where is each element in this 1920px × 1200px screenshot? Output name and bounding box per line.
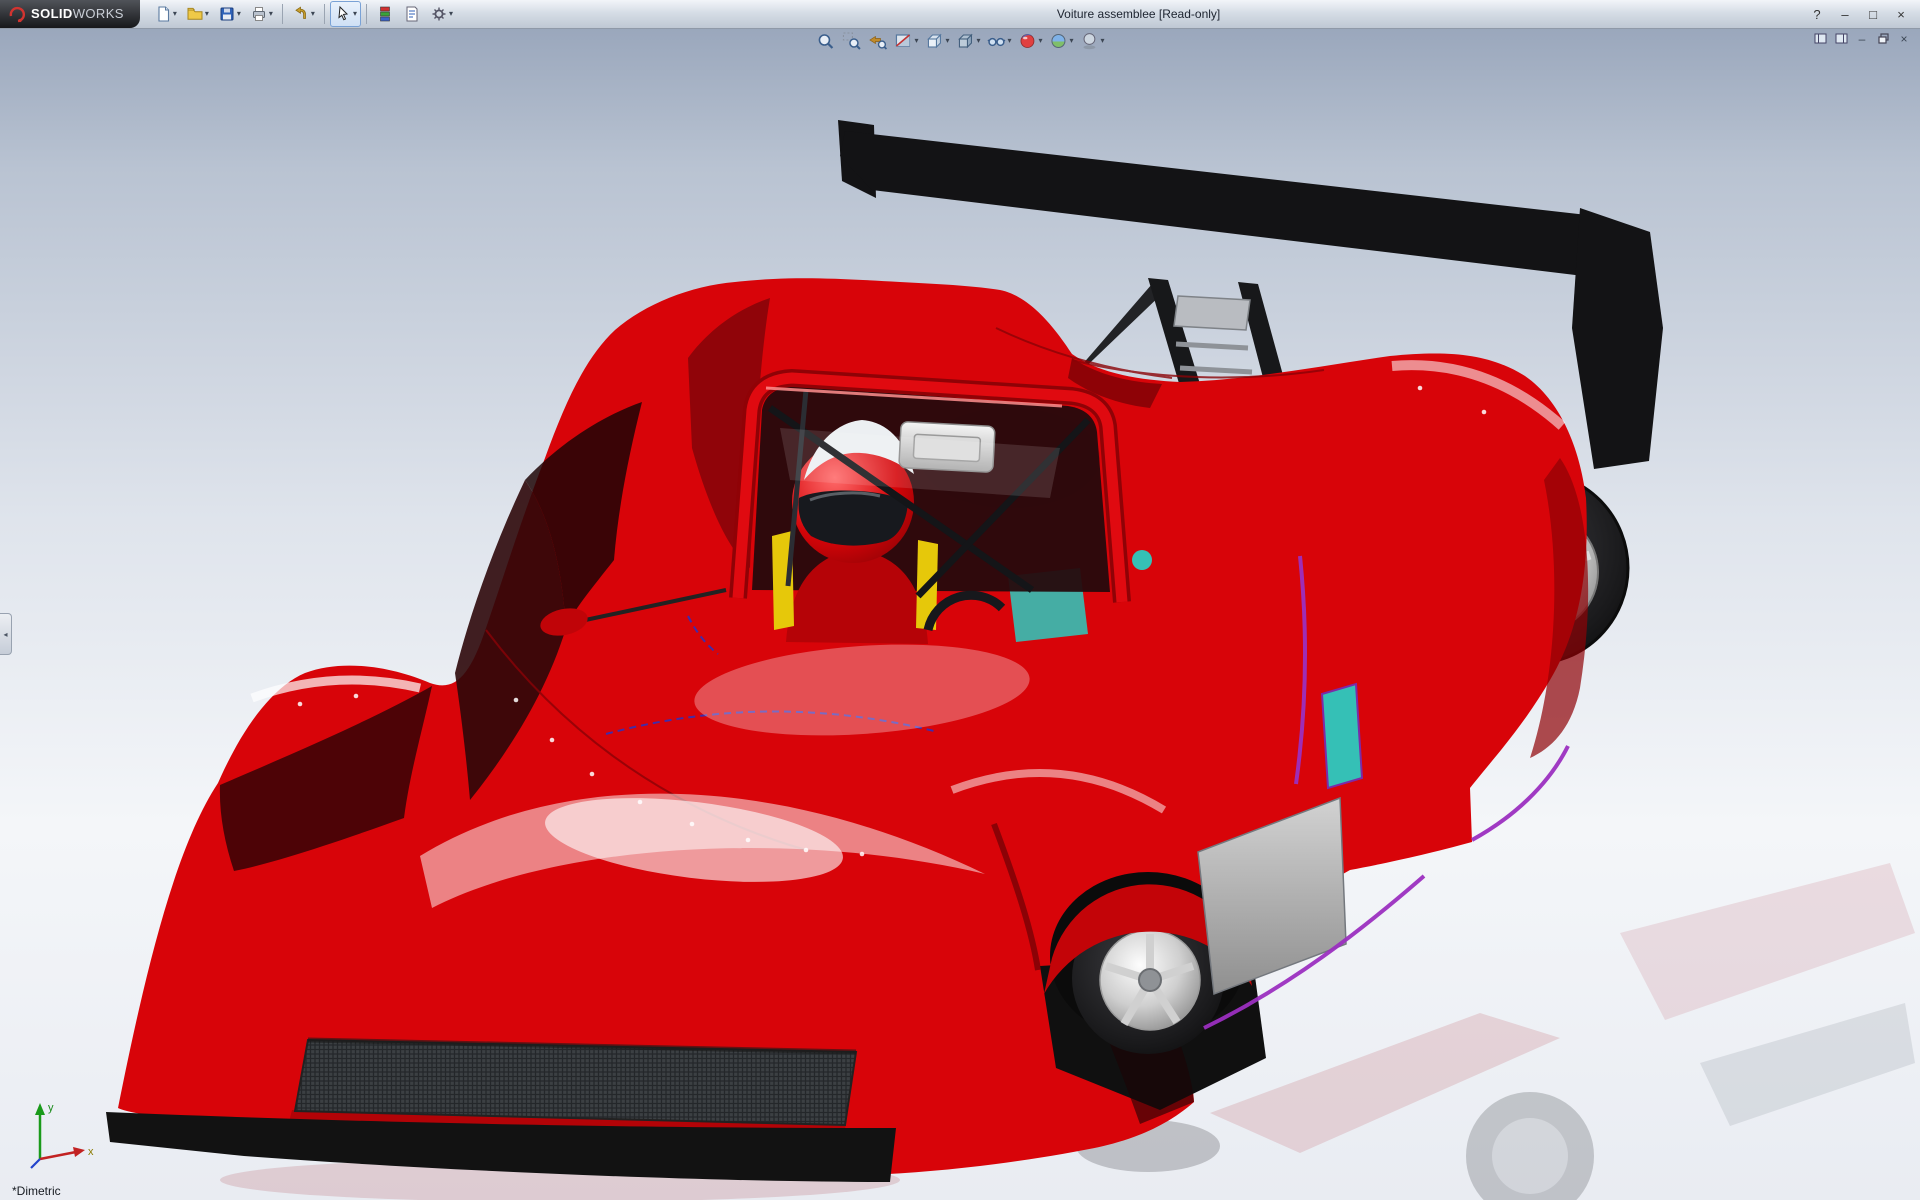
view-settings-button[interactable]: ▾ <box>1078 30 1107 52</box>
maximize-button[interactable]: □ <box>1860 4 1886 24</box>
undo-icon <box>292 5 310 23</box>
display-style-icon <box>955 31 975 51</box>
apply-scene-button[interactable]: ▾ <box>1047 30 1076 52</box>
edit-color-button[interactable] <box>372 1 398 27</box>
toolbar-separator <box>282 4 283 24</box>
previous-view-button[interactable] <box>865 30 889 52</box>
dropdown-arrow[interactable]: ▾ <box>1101 37 1105 45</box>
open-button[interactable]: ▾ <box>182 1 213 27</box>
minimize-document-button[interactable]: – <box>1854 31 1870 46</box>
pane-left-icon <box>1814 32 1827 45</box>
solidworks-logo: SOLIDWORKS <box>0 0 140 28</box>
options-button[interactable]: ▾ <box>426 1 457 27</box>
minimize-button[interactable]: – <box>1832 4 1858 24</box>
document-window-controls: – × <box>1812 31 1912 46</box>
collapse-arrow-icon: ◂ <box>3 630 7 639</box>
dropdown-arrow[interactable]: ▾ <box>945 37 949 45</box>
dropdown-arrow[interactable]: ▾ <box>237 10 241 18</box>
zoom-to-area-icon <box>841 31 861 51</box>
undo-button[interactable]: ▾ <box>288 1 319 27</box>
zoom-to-area-button[interactable] <box>839 30 863 52</box>
dropdown-arrow[interactable]: ▾ <box>976 37 980 45</box>
dropdown-arrow[interactable]: ▾ <box>269 10 273 18</box>
dropdown-arrow[interactable]: ▾ <box>449 10 453 18</box>
previous-view-icon <box>867 31 887 51</box>
close-document-button[interactable]: × <box>1896 31 1912 46</box>
save-icon <box>218 5 236 23</box>
window-title: Voiture assemblee [Read-only] <box>1057 0 1220 28</box>
view-orientation-cube-icon <box>924 31 944 51</box>
new-document-icon <box>154 5 172 23</box>
file-properties-button[interactable] <box>399 1 425 27</box>
brand-text-light: WORKS <box>73 6 124 21</box>
main-toolbar: ▾ ▾ ▾ ▾ ▾ <box>150 1 457 27</box>
3ds-swirl-icon <box>8 5 26 23</box>
dropdown-arrow[interactable]: ▾ <box>1070 37 1074 45</box>
display-style-button[interactable]: ▾ <box>953 30 982 52</box>
hide-show-items-button[interactable]: ▾ <box>984 30 1013 52</box>
file-properties-icon <box>403 5 421 23</box>
pane-right-icon <box>1835 32 1848 45</box>
panel-collapse-tab[interactable]: ◂ <box>0 613 12 655</box>
zoom-to-fit-icon <box>815 31 835 51</box>
section-view-icon <box>893 31 913 51</box>
brand-text-bold: SOLID <box>31 6 73 21</box>
new-button[interactable]: ▾ <box>150 1 181 27</box>
show-display-pane-button[interactable] <box>1833 31 1849 46</box>
view-orientation-button[interactable]: ▾ <box>922 30 951 52</box>
3d-model-race-car[interactable] <box>0 28 1920 1200</box>
x-axis-label: x <box>88 1146 94 1158</box>
glasses-icon <box>986 31 1006 51</box>
dropdown-arrow[interactable]: ▾ <box>173 10 177 18</box>
edit-color-icon <box>376 5 394 23</box>
save-button[interactable]: ▾ <box>214 1 245 27</box>
print-icon <box>250 5 268 23</box>
options-gear-icon <box>430 5 448 23</box>
restore-icon <box>1877 32 1890 45</box>
dropdown-arrow[interactable]: ▾ <box>914 37 918 45</box>
graphics-area[interactable]: ▾ ▾ ▾ ▾ <box>0 28 1920 1200</box>
dropdown-arrow[interactable]: ▾ <box>205 10 209 18</box>
help-button[interactable]: ? <box>1804 4 1830 24</box>
y-axis-arrow <box>35 1103 45 1115</box>
x-axis-arrow <box>73 1147 85 1157</box>
window-controls: ? – □ × <box>1804 0 1914 28</box>
appearance-ball-icon <box>1018 31 1038 51</box>
heads-up-view-toolbar: ▾ ▾ ▾ ▾ <box>813 30 1106 52</box>
dropdown-arrow[interactable]: ▾ <box>1039 37 1043 45</box>
dropdown-arrow[interactable]: ▾ <box>311 10 315 18</box>
toolbar-separator <box>324 4 325 24</box>
select-button[interactable]: ▾ <box>330 1 361 27</box>
edit-appearance-button[interactable]: ▾ <box>1016 30 1045 52</box>
y-axis-label: y <box>48 1102 54 1114</box>
show-feature-pane-button[interactable] <box>1812 31 1828 46</box>
scene-icon <box>1049 31 1069 51</box>
print-button[interactable]: ▾ <box>246 1 277 27</box>
z-axis-arrow <box>31 1159 40 1168</box>
close-button[interactable]: × <box>1888 4 1914 24</box>
open-folder-icon <box>186 5 204 23</box>
dropdown-arrow[interactable]: ▾ <box>353 10 357 18</box>
restore-document-button[interactable] <box>1875 31 1891 46</box>
zoom-to-fit-button[interactable] <box>813 30 837 52</box>
orientation-triad: y x <box>24 1093 104 1178</box>
view-orientation-label: *Dimetric <box>12 1184 61 1198</box>
dropdown-arrow[interactable]: ▾ <box>1007 37 1011 45</box>
toolbar-separator <box>366 4 367 24</box>
select-cursor-icon <box>334 5 352 23</box>
view-settings-icon <box>1080 31 1100 51</box>
title-bar: SOLIDWORKS ▾ ▾ ▾ <box>0 0 1920 29</box>
section-view-button[interactable]: ▾ <box>891 30 920 52</box>
